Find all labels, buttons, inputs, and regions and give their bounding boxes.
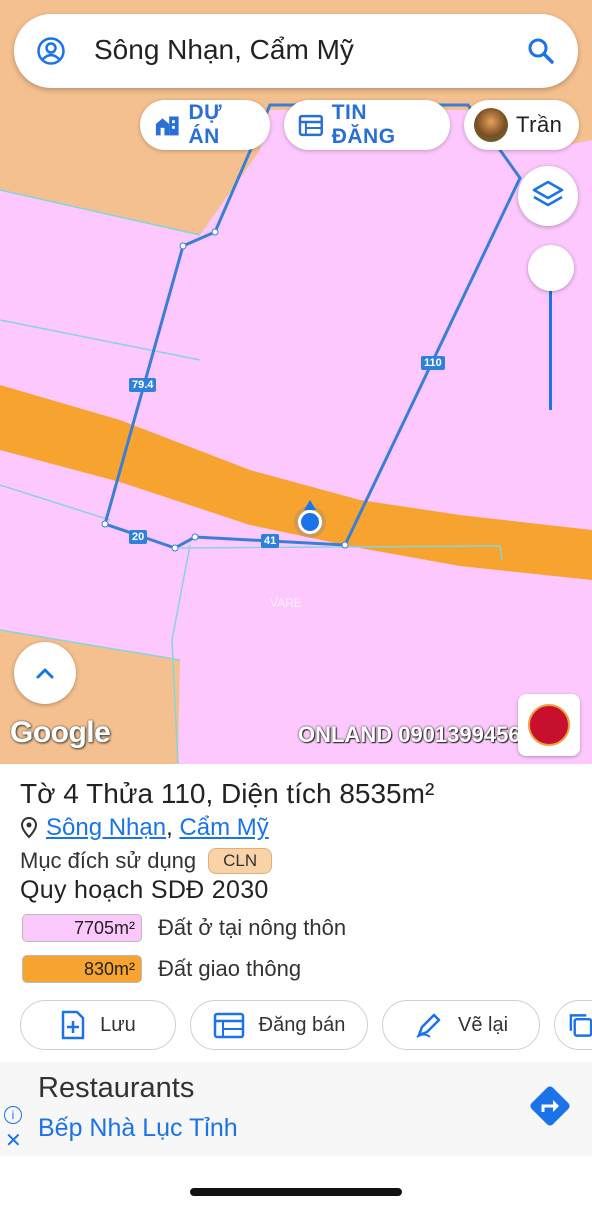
map-pin-icon	[20, 817, 38, 839]
expand-up-button[interactable]	[14, 642, 76, 704]
listing-icon	[213, 1012, 244, 1039]
user-chip[interactable]: Trần	[464, 100, 579, 150]
parcel-title: Tờ 4 Thửa 110, Diện tích 8535m²	[20, 778, 435, 809]
current-location-dot[interactable]	[301, 513, 319, 531]
purpose-label: Mục đích sử dụng	[20, 848, 197, 873]
draw-pen-icon	[416, 1013, 441, 1038]
land-use-purpose: Mục đích sử dụng CLN	[20, 848, 273, 874]
ad-banner[interactable]: Restaurants Bếp Nhà Lục Tỉnh i ✕	[0, 1062, 592, 1156]
edge-label: 79.4	[129, 378, 157, 392]
layers-icon	[532, 180, 564, 207]
avatar	[474, 108, 508, 142]
home-indicator[interactable]	[190, 1188, 402, 1196]
opacity-slider-track[interactable]	[549, 290, 552, 410]
post-sale-button[interactable]: Đăng bán	[190, 1000, 368, 1050]
user-chip-label: Trần	[516, 112, 563, 137]
google-logo: Google	[10, 716, 111, 749]
ad-business-name[interactable]: Bếp Nhà Lục Tỉnh	[38, 1114, 238, 1143]
zone-row: 7705m² Đất ở tại nông thôn	[22, 914, 346, 942]
zone-name: Đất ở tại nông thôn	[158, 915, 347, 940]
contact-watermark: ONLAND 0901399456	[298, 722, 521, 747]
zone-area-swatch: 7705m²	[22, 914, 142, 942]
save-label: Lưu	[100, 1013, 136, 1036]
redraw-label: Vẽ lại	[457, 1013, 509, 1036]
parcel-location: Sông Nhạn, Cẩm Mỹ	[20, 814, 269, 842]
brand-seal	[528, 704, 570, 746]
listing-chip[interactable]: TIN ĐĂNG	[284, 100, 450, 150]
copy-icon	[569, 1014, 592, 1037]
faint-watermark: VARE	[270, 596, 302, 610]
directions-icon[interactable]	[526, 1082, 574, 1130]
search-icon[interactable]	[526, 36, 556, 66]
listing-icon	[298, 114, 323, 137]
parcel-info-sheet: Tờ 4 Thửa 110, Diện tích 8535m² Sông Nhạ…	[0, 764, 592, 1210]
post-sale-label: Đăng bán	[258, 1013, 346, 1036]
search-bar[interactable]: Sông Nhạn, Cẩm Mỹ	[14, 14, 578, 88]
purpose-code-badge: CLN	[208, 848, 273, 874]
search-query[interactable]: Sông Nhạn, Cẩm Mỹ	[94, 34, 354, 66]
district-link[interactable]: Cẩm Mỹ	[179, 814, 268, 841]
account-icon[interactable]	[36, 36, 66, 66]
zone-row: 830m² Đất giao thông	[22, 955, 301, 983]
road-band	[0, 385, 592, 580]
project-chip[interactable]: DỰ ÁN	[140, 100, 270, 150]
brand-logo-button[interactable]	[518, 694, 580, 756]
plan-title: Quy hoạch SDĐ 2030	[20, 876, 269, 904]
ad-heading: Restaurants	[38, 1072, 195, 1104]
opacity-slider-handle[interactable]	[528, 245, 574, 291]
edge-label: 41	[261, 534, 280, 548]
listing-chip-label: TIN ĐĂNG	[331, 101, 396, 148]
chevron-up-icon	[36, 668, 54, 679]
copy-button[interactable]	[554, 1000, 592, 1050]
map-view[interactable]: 79.4 110 20 41 VARE Sông Nhạn, Cẩm Mỹ DỰ…	[0, 0, 592, 764]
zone-area-swatch: 830m²	[22, 955, 142, 983]
edge-label: 20	[129, 530, 148, 544]
commune-link[interactable]: Sông Nhạn	[46, 814, 166, 841]
edge-label: 110	[421, 356, 445, 370]
action-row: Lưu Đăng bán Vẽ lại	[20, 1000, 592, 1050]
layers-button[interactable]	[518, 166, 578, 226]
add-document-icon	[61, 1010, 85, 1040]
building-icon	[155, 116, 179, 136]
zone-name: Đất giao thông	[158, 956, 302, 981]
ad-close-icon[interactable]: ✕	[5, 1128, 22, 1153]
redraw-button[interactable]: Vẽ lại	[382, 1000, 540, 1050]
location-separator: ,	[166, 814, 173, 841]
project-chip-label: DỰ ÁN	[188, 101, 223, 148]
save-button[interactable]: Lưu	[20, 1000, 176, 1050]
ad-info-icon[interactable]: i	[4, 1106, 22, 1124]
